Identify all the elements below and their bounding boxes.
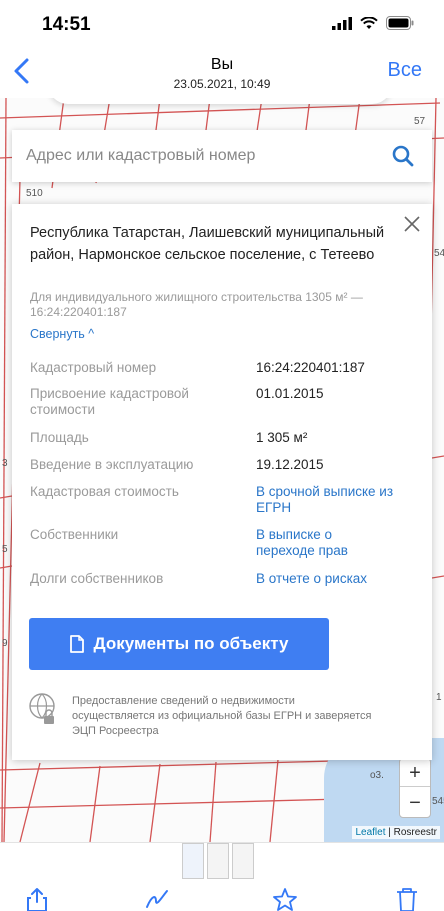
- wifi-icon: [360, 16, 378, 29]
- map-top-panel: [48, 98, 392, 104]
- signal-icon: [332, 16, 352, 30]
- thumbnail[interactable]: [182, 843, 204, 879]
- map-parcel-label: 54: [434, 248, 444, 259]
- documents-button-label: Документы по объекту: [93, 634, 289, 653]
- status-bar: 14:51: [0, 0, 444, 48]
- status-icons: [332, 16, 414, 30]
- row-value-commissioning: 19.12.2015: [256, 457, 324, 472]
- photo-toolbar: [0, 842, 444, 911]
- row-link-owners[interactable]: В выписке о переходе прав: [256, 527, 386, 559]
- header-title: Вы: [210, 56, 234, 73]
- search-icon[interactable]: [392, 145, 414, 167]
- row-label-valuation-date: Присвоение кадастровой стоимости: [30, 386, 189, 417]
- row-label-cadastral-value: Кадастровая стоимость: [30, 484, 179, 499]
- row-label-owner-debts: Долги собственников: [30, 571, 164, 586]
- property-info-card: Республика Татарстан, Лаишевский муницип…: [12, 204, 432, 760]
- row-label-cadastral-number: Кадастровый номер: [30, 360, 157, 375]
- map-parcel-label: 9: [2, 638, 8, 649]
- photo-header: Вы 23.05.2021, 10:49 Все: [0, 48, 444, 98]
- markup-icon[interactable]: [144, 887, 170, 911]
- favorite-star-icon[interactable]: [272, 887, 298, 911]
- row-label-commissioning: Введение в эксплуатацию: [30, 457, 194, 472]
- row-value-area: 1 305 м²: [256, 430, 308, 445]
- search-bar: [12, 130, 432, 182]
- map-parcel-label: 5: [2, 544, 8, 555]
- battery-icon: [386, 16, 414, 30]
- row-value-valuation-date: 01.01.2015: [256, 386, 324, 401]
- collapse-link[interactable]: Свернуть ^: [30, 327, 94, 341]
- property-address: Республика Татарстан, Лаишевский муницип…: [30, 225, 385, 263]
- map-parcel-label: 1: [436, 692, 442, 703]
- map-attribution: Leaflet | Rosreestr: [352, 826, 440, 839]
- row-label-area: Площадь: [30, 430, 89, 445]
- row-value-cadastral-number: 16:24:220401:187: [256, 360, 365, 375]
- search-input[interactable]: [26, 144, 376, 168]
- zoom-out-button[interactable]: −: [400, 789, 430, 817]
- row-link-owner-debts[interactable]: В отчете о рисках: [256, 571, 416, 587]
- map-parcel-label: 57: [414, 116, 426, 127]
- thumbnail[interactable]: [207, 843, 229, 879]
- egrn-globe-lock-icon: [29, 693, 55, 724]
- property-description: Для индивидуального жилищного строительс…: [30, 290, 363, 319]
- all-photos-button[interactable]: Все: [388, 59, 422, 82]
- thumbnail-strip: [182, 843, 254, 879]
- status-time: 14:51: [42, 14, 91, 35]
- zoom-control: + −: [399, 758, 431, 818]
- egrn-note: Предоставление сведений о недвижимости о…: [72, 695, 372, 737]
- document-icon: [69, 635, 84, 653]
- close-icon[interactable]: [402, 214, 422, 234]
- row-link-cadastral-value[interactable]: В срочной выписке из ЕГРН: [256, 484, 396, 516]
- share-icon[interactable]: [24, 887, 50, 911]
- header-subtitle: 23.05.2021, 10:49: [173, 77, 271, 91]
- attribution-source: | Rosreestr: [388, 827, 437, 838]
- trash-icon[interactable]: [394, 887, 420, 911]
- thumbnail[interactable]: [232, 843, 254, 879]
- map-parcel-label: 510: [26, 188, 43, 199]
- map-parcel-label: 545: [432, 796, 444, 807]
- documents-button[interactable]: Документы по объекту: [29, 618, 329, 670]
- map-parcel-label: 3: [2, 458, 8, 469]
- leaflet-link[interactable]: Leaflet: [355, 827, 385, 838]
- map-parcel-label: о3.: [370, 770, 384, 781]
- row-label-owners: Собственники: [30, 527, 119, 542]
- zoom-in-button[interactable]: +: [400, 759, 430, 787]
